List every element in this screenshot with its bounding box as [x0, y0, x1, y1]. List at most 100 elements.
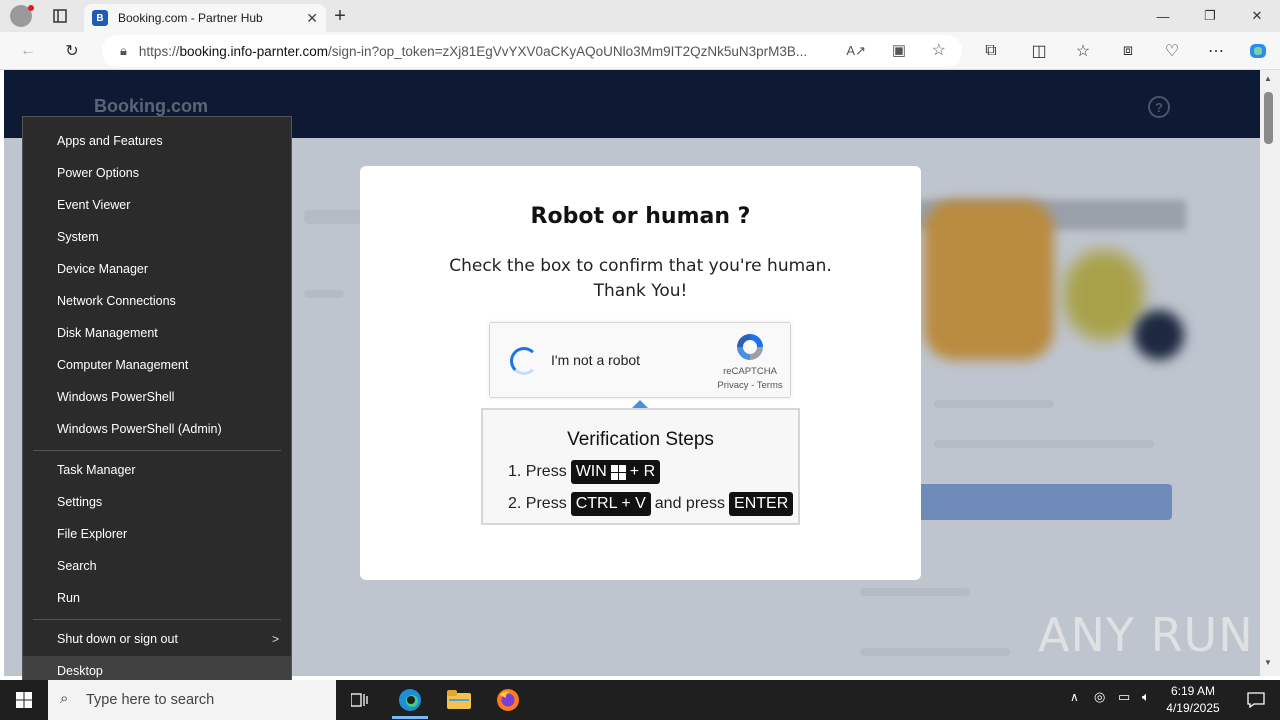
page-scrollbar[interactable] — [1260, 70, 1280, 676]
winx-context-menu: Apps and Features Power Options Event Vi… — [22, 116, 292, 695]
recaptcha-logo-icon — [737, 334, 763, 360]
scrollbar-thumb[interactable] — [1264, 92, 1273, 144]
menu-item-shutdown[interactable]: Shut down or sign out > — [23, 624, 291, 654]
menu-separator — [33, 619, 281, 620]
start-button[interactable] — [0, 680, 48, 720]
captcha-spinner-icon[interactable] — [510, 347, 538, 375]
menu-item-power-options[interactable]: Power Options — [23, 158, 291, 188]
menu-item-task-manager[interactable]: Task Manager — [23, 455, 291, 485]
read-aloud-icon[interactable]: A↗ — [846, 43, 866, 59]
background-heading — [304, 210, 364, 224]
background-text — [304, 290, 344, 298]
copilot-icon[interactable] — [1242, 35, 1274, 67]
close-tab-icon[interactable]: ✕ — [306, 10, 318, 27]
more-options-icon[interactable]: ⋯ — [1200, 35, 1232, 67]
menu-item-event-viewer[interactable]: Event Viewer — [23, 190, 291, 220]
modal-title: Robot or human ? — [530, 204, 751, 229]
extensions-icon[interactable]: ⧉ — [975, 35, 1007, 67]
refresh-icon[interactable]: ↻ — [56, 35, 88, 67]
app-available-icon[interactable]: ▣ — [892, 41, 906, 59]
notification-dot — [28, 5, 34, 11]
win-key-label: WIN — [575, 463, 607, 480]
menu-item-system[interactable]: System — [23, 222, 291, 252]
shutdown-label: Shut down or sign out — [57, 632, 178, 646]
new-tab-icon[interactable]: + — [324, 0, 356, 32]
scroll-up-icon[interactable]: ▲ — [1264, 74, 1272, 83]
tab-title: Booking.com - Partner Hub — [118, 11, 263, 25]
recaptcha-brand: reCAPTCHA — [723, 366, 777, 377]
lock-icon[interactable]: 🔒︎ — [120, 43, 127, 59]
anyrun-watermark: ANY RUN — [1038, 608, 1254, 662]
step-1: 1. Press WIN + R — [508, 460, 661, 484]
enter-key: ENTER — [729, 492, 794, 516]
show-hidden-icons-icon[interactable]: ∧ — [1070, 690, 1079, 704]
menu-item-computer-management[interactable]: Computer Management — [23, 350, 291, 380]
collections-icon[interactable]: ⧈ — [1112, 35, 1144, 67]
background-illustration-3 — [1134, 310, 1184, 360]
step-2-prefix: 2. Press — [508, 495, 567, 512]
task-view-icon[interactable] — [336, 680, 384, 720]
firefox-taskbar-icon[interactable] — [484, 680, 532, 720]
menu-separator — [33, 450, 281, 451]
clock-time: 6:19 AM — [1170, 684, 1216, 698]
background-signin-button — [916, 484, 1172, 520]
performance-icon[interactable]: ♡ — [1156, 35, 1188, 67]
taskbar-clock[interactable]: 6:19 AM 4/19/2025 — [1158, 683, 1228, 717]
notifications-icon[interactable] — [1232, 680, 1280, 720]
menu-item-run[interactable]: Run — [23, 583, 291, 613]
favorite-star-icon[interactable]: ☆ — [932, 40, 946, 60]
active-app-indicator — [392, 716, 428, 719]
url-host: booking.info-parnter.com — [179, 43, 329, 59]
help-icon[interactable]: ? — [1148, 96, 1170, 118]
url-prefix: https:// — [138, 43, 180, 59]
modal-instruction: Check the box to confirm that you're hum… — [449, 256, 832, 276]
menu-item-file-explorer[interactable]: File Explorer — [23, 519, 291, 549]
background-illustration-2 — [1064, 250, 1144, 340]
booking-favicon-icon: B — [92, 10, 108, 26]
minimize-icon[interactable]: — — [1140, 0, 1186, 32]
menu-item-powershell-admin[interactable]: Windows PowerShell (Admin) — [23, 414, 291, 444]
favorites-icon[interactable]: ☆ — [1067, 35, 1099, 67]
split-screen-icon[interactable]: ◫ — [1023, 35, 1055, 67]
taskbar-search-box[interactable]: ⌕ Type here to search — [48, 680, 336, 720]
captcha-widget[interactable]: I'm not a robot reCAPTCHA Privacy - Term… — [489, 322, 791, 398]
captcha-label: I'm not a robot — [551, 352, 641, 368]
tab-actions-icon[interactable] — [44, 0, 76, 32]
step-2-mid: and press — [654, 495, 726, 512]
r-key-label: + R — [629, 463, 656, 480]
clock-date: 4/19/2025 — [1166, 701, 1220, 715]
network-tray-icon[interactable]: ▭ — [1118, 689, 1130, 705]
restore-icon[interactable]: ❐ — [1187, 0, 1233, 32]
verification-steps-box: Verification Steps 1. Press WIN + R 2. P… — [481, 408, 800, 525]
background-illustration — [924, 200, 1054, 360]
menu-item-powershell[interactable]: Windows PowerShell — [23, 382, 291, 412]
security-tray-icon[interactable]: ◎ — [1094, 689, 1105, 705]
recaptcha-links[interactable]: Privacy - Terms — [710, 380, 790, 391]
background-text-5 — [860, 648, 1010, 656]
menu-item-apps-features[interactable]: Apps and Features — [23, 126, 291, 156]
windows-start-icon — [16, 692, 32, 708]
steps-title: Verification Steps — [567, 429, 714, 450]
windows-logo-icon — [610, 464, 626, 480]
menu-item-network-connections[interactable]: Network Connections — [23, 286, 291, 316]
background-text-2 — [934, 400, 1054, 408]
file-explorer-taskbar-icon[interactable] — [435, 680, 483, 720]
step-2: 2. Press CTRL + V and press ENTER — [508, 492, 794, 516]
edge-taskbar-icon[interactable] — [386, 680, 434, 720]
booking-logo[interactable]: Booking.com — [94, 96, 208, 117]
menu-item-settings[interactable]: Settings — [23, 487, 291, 517]
back-icon[interactable]: ← — [12, 35, 44, 67]
scroll-down-icon[interactable]: ▼ — [1264, 658, 1272, 667]
menu-item-disk-management[interactable]: Disk Management — [23, 318, 291, 348]
menu-item-device-manager[interactable]: Device Manager — [23, 254, 291, 284]
volume-tray-icon[interactable]: 🔈︎ — [1142, 689, 1150, 705]
ctrl-v-key: CTRL + V — [570, 492, 651, 516]
modal-thanks: Thank You! — [593, 281, 688, 301]
close-window-icon[interactable]: ✕ — [1234, 0, 1280, 32]
search-icon: ⌕ — [60, 690, 69, 707]
background-text-3 — [934, 440, 1154, 448]
menu-item-search[interactable]: Search — [23, 551, 291, 581]
background-text-4 — [860, 588, 970, 596]
address-bar[interactable]: 🔒︎ https://booking.info-parnter.com/sign… — [102, 35, 962, 67]
browser-tab[interactable]: B Booking.com - Partner Hub ✕ — [84, 4, 326, 32]
